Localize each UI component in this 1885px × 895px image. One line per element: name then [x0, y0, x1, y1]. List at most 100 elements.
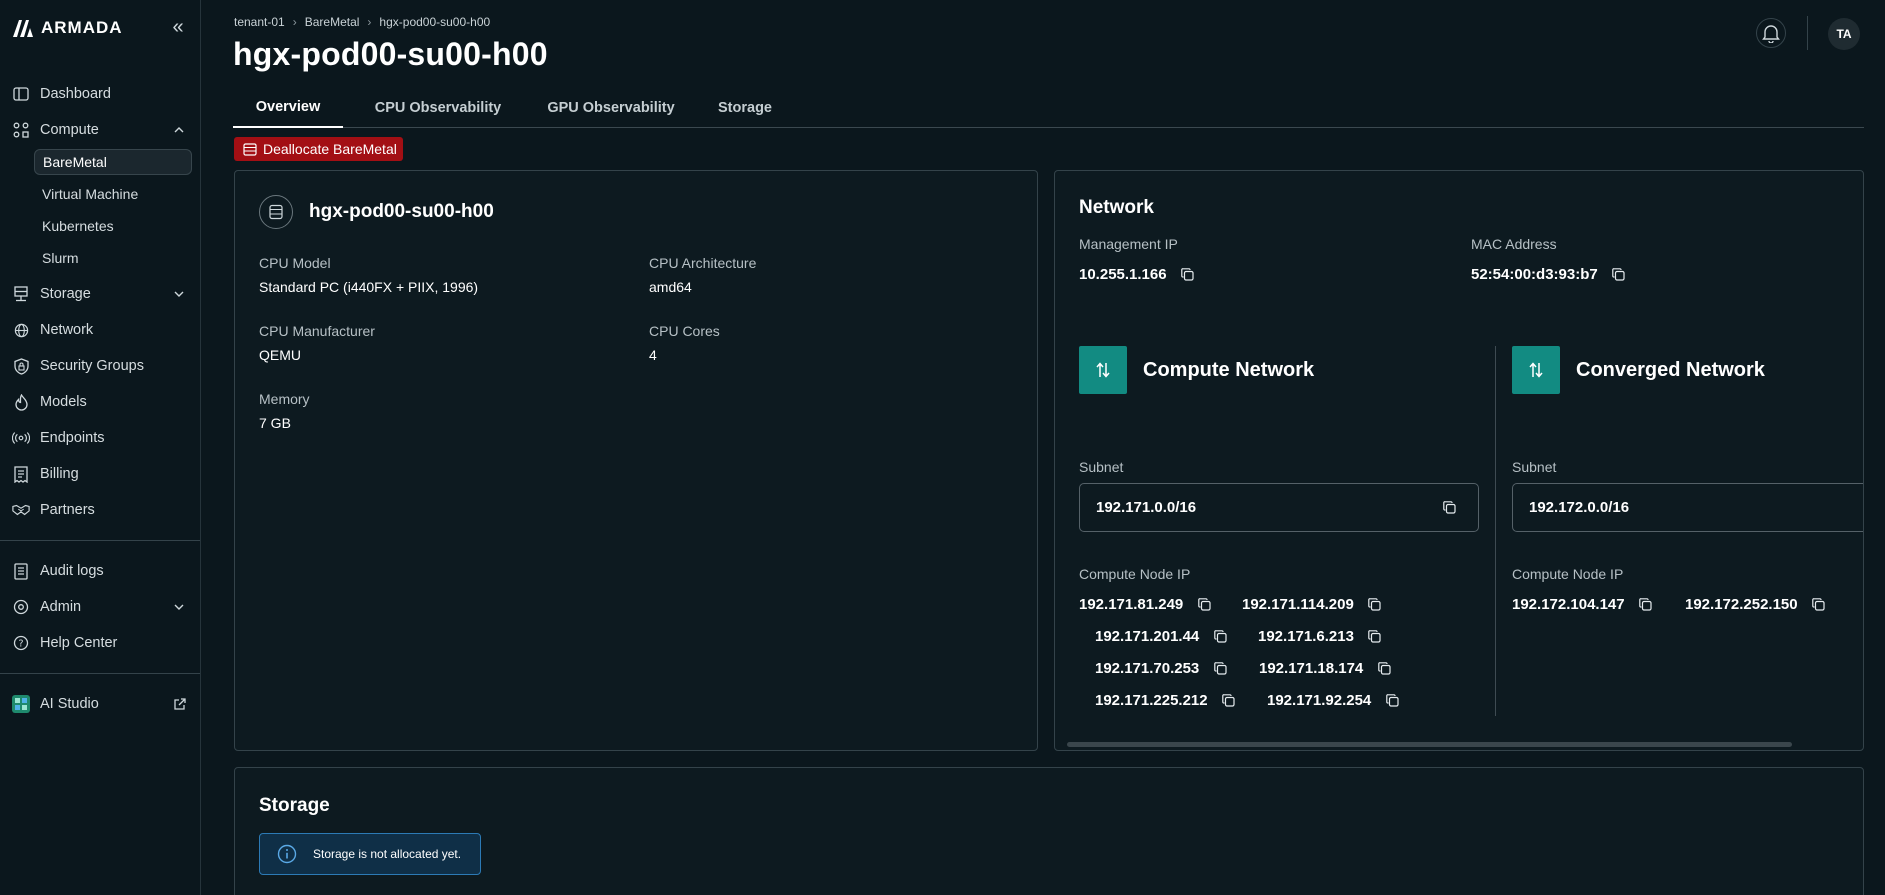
armada-logo[interactable]: ARMADA [11, 17, 123, 39]
compute-node-ip: 192.171.70.253 [1095, 660, 1227, 677]
handshake-icon [12, 501, 30, 519]
memory-value: 7 GB [259, 415, 291, 431]
compute-node-ip-label: Compute Node IP [1079, 566, 1191, 582]
sidebar-item-compute[interactable]: Compute [0, 115, 201, 145]
sidebar: ARMADA « Dashboard Compute BareMetal Vir… [0, 0, 201, 895]
compute-node-ip: 192.171.6.213 [1258, 628, 1382, 645]
compute-subnet-value: 192.171.0.0/16 [1096, 499, 1197, 516]
tab-bar: Overview CPU Observability GPU Observabi… [233, 87, 1864, 128]
broadcast-icon [12, 429, 30, 447]
sidebar-item-label: Network [40, 322, 94, 338]
log-icon [12, 562, 30, 580]
copy-icon[interactable] [1222, 694, 1236, 708]
network-title: Network [1079, 197, 1154, 218]
tab-cpu-observability[interactable]: CPU Observability [358, 87, 518, 128]
compute-node-ip: 192.171.18.174 [1259, 660, 1391, 677]
compute-node-ip: 192.171.81.249 [1079, 596, 1211, 613]
node-name: hgx-pod00-su00-h00 [309, 201, 494, 222]
swap-vertical-icon [1512, 346, 1560, 394]
copy-icon[interactable] [1213, 662, 1227, 676]
storage-icon [12, 285, 30, 303]
bell-icon [1762, 25, 1780, 43]
sidebar-item-security-groups[interactable]: Security Groups [0, 351, 201, 381]
globe-icon [12, 321, 30, 339]
tab-overview[interactable]: Overview [233, 87, 343, 128]
ip-value: 192.171.81.249 [1079, 596, 1184, 613]
info-icon [277, 844, 297, 864]
sidebar-item-ai-studio[interactable]: AI Studio [0, 689, 201, 719]
sidebar-item-dashboard[interactable]: Dashboard [0, 79, 201, 109]
copy-icon[interactable] [1377, 662, 1391, 676]
sidebar-item-endpoints[interactable]: Endpoints [0, 423, 201, 453]
sidebar-item-audit-logs[interactable]: Audit logs [0, 556, 201, 586]
cpu-model-label: CPU Model [259, 255, 331, 271]
collapse-sidebar-button[interactable]: « [168, 17, 188, 38]
converged-node-ip-label: Compute Node IP [1512, 566, 1624, 582]
page-title: hgx-pod00-su00-h00 [233, 36, 548, 72]
help-icon: ? [12, 634, 30, 652]
copy-icon[interactable] [1197, 598, 1211, 612]
breadcrumb-item[interactable]: BareMetal [305, 15, 360, 29]
storage-message: Storage is not allocated yet. [313, 847, 462, 861]
cpu-architecture-label: CPU Architecture [649, 255, 757, 271]
dashboard-icon [12, 85, 30, 103]
copy-icon[interactable] [1812, 598, 1826, 612]
server-icon [259, 195, 293, 229]
ip-value: 192.171.70.253 [1095, 660, 1200, 677]
mac-address: 52:54:00:d3:93:b7 [1471, 266, 1626, 283]
chevron-down-icon [172, 600, 186, 614]
deallocate-label: Deallocate BareMetal [263, 141, 397, 157]
sidebar-item-billing[interactable]: Billing [0, 459, 201, 489]
management-ip-value: 10.255.1.166 [1079, 266, 1167, 283]
sidebar-item-label: Endpoints [40, 430, 105, 446]
tab-storage[interactable]: Storage [695, 87, 795, 128]
sidebar-item-network[interactable]: Network [0, 315, 201, 345]
compute-node-ip: 192.171.201.44 [1095, 628, 1227, 645]
compute-subnet-field: 192.171.0.0/16 [1079, 483, 1479, 532]
sidebar-item-admin[interactable]: Admin [0, 592, 201, 622]
server-icon [243, 142, 257, 156]
avatar[interactable]: TA [1828, 18, 1860, 50]
management-ip: 10.255.1.166 [1079, 266, 1195, 283]
copy-icon[interactable] [1612, 268, 1626, 282]
storage-title: Storage [259, 795, 330, 816]
tab-gpu-observability[interactable]: GPU Observability [531, 87, 691, 128]
sidebar-subitem-baremetal[interactable]: BareMetal [34, 149, 192, 175]
breadcrumb-item[interactable]: tenant-01 [234, 15, 285, 29]
sidebar-item-partners[interactable]: Partners [0, 495, 201, 525]
copy-icon[interactable] [1639, 598, 1653, 612]
chevron-right-icon: › [367, 15, 372, 29]
sidebar-subitem-virtual-machine[interactable]: Virtual Machine [34, 181, 192, 207]
logo-text: ARMADA [41, 18, 123, 37]
copy-icon[interactable] [1368, 630, 1382, 644]
ip-value: 192.171.201.44 [1095, 628, 1200, 645]
copy-icon[interactable] [1181, 268, 1195, 282]
sidebar-subitem-slurm[interactable]: Slurm [34, 245, 192, 271]
copy-icon[interactable] [1385, 694, 1399, 708]
cpu-manufacturer-value: QEMU [259, 347, 301, 363]
ip-value: 192.172.104.147 [1512, 596, 1625, 613]
ip-value: 192.171.225.212 [1095, 692, 1208, 709]
sidebar-subitem-kubernetes[interactable]: Kubernetes [34, 213, 192, 239]
storage-info-alert: Storage is not allocated yet. [259, 833, 481, 875]
compute-node-ip: 192.171.92.254 [1267, 692, 1399, 709]
sidebar-item-label: AI Studio [40, 696, 99, 712]
sidebar-item-help-center[interactable]: ? Help Center [0, 628, 201, 658]
cpu-manufacturer-label: CPU Manufacturer [259, 323, 375, 339]
converged-network-title: Converged Network [1576, 359, 1765, 381]
sidebar-item-models[interactable]: Models [0, 387, 201, 417]
chevron-down-icon [172, 287, 186, 301]
sidebar-item-label: Billing [40, 466, 79, 482]
horizontal-scrollbar[interactable] [1067, 742, 1792, 747]
copy-icon[interactable] [1213, 630, 1227, 644]
sidebar-item-storage[interactable]: Storage [0, 279, 201, 309]
copy-icon[interactable] [1368, 598, 1382, 612]
ip-value: 192.171.92.254 [1267, 692, 1372, 709]
sidebar-item-label: Storage [40, 286, 91, 302]
sidebar-divider [0, 673, 200, 674]
compute-node-ip: 192.171.225.212 [1095, 692, 1236, 709]
ip-value: 192.171.6.213 [1258, 628, 1354, 645]
notifications-button[interactable] [1756, 18, 1786, 48]
deallocate-baremetal-button[interactable]: Deallocate BareMetal [234, 137, 403, 161]
copy-icon[interactable] [1442, 501, 1456, 515]
